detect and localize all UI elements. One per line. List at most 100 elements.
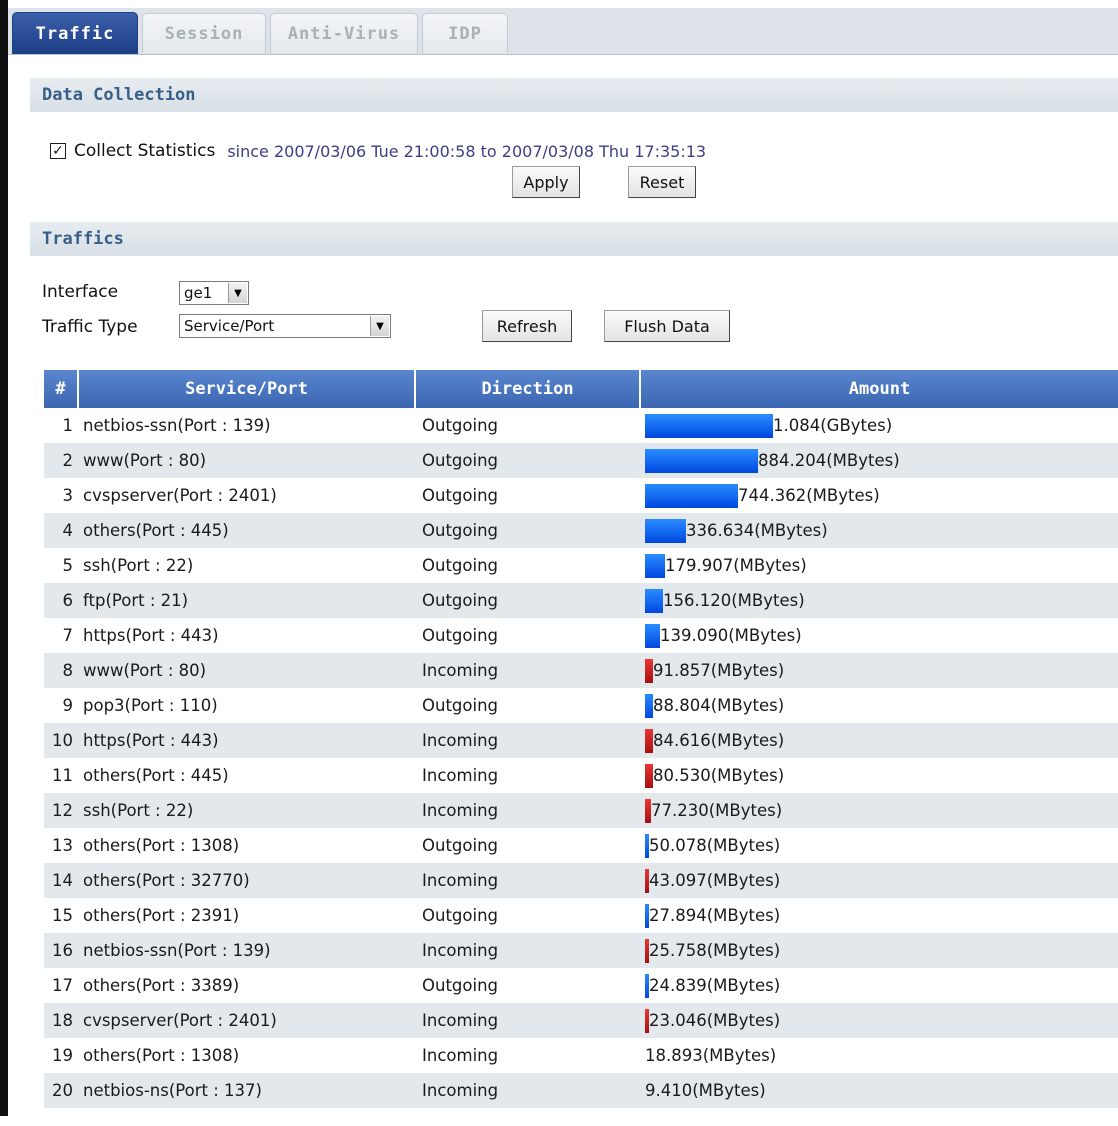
row-number: 15 <box>52 906 73 925</box>
row-number: 17 <box>52 976 73 995</box>
amount-bar <box>645 623 660 648</box>
service-port-cell: https(Port : 443) <box>83 731 219 750</box>
column-header-direction[interactable]: Direction <box>416 370 641 408</box>
service-port-cell: cvspserver(Port : 2401) <box>83 1011 277 1030</box>
row-number: 9 <box>62 696 74 715</box>
amount-value: 744.362(MBytes) <box>738 486 880 505</box>
direction-cell: Outgoing <box>422 626 498 645</box>
amount-cell: 139.090(MBytes) <box>641 623 1118 648</box>
table-row: 3 cvspserver(Port : 2401) Outgoing 744.362(… <box>44 478 1118 513</box>
column-header-number[interactable]: # <box>44 370 79 408</box>
amount-cell: 43.097(MBytes) <box>641 868 1118 893</box>
amount-cell: 88.804(MBytes) <box>641 693 1118 718</box>
amount-bar <box>645 658 653 683</box>
amount-value: 18.893(MBytes) <box>645 1046 777 1065</box>
amount-bar <box>645 413 773 438</box>
tab-session[interactable]: Session <box>142 13 266 53</box>
amount-value: 1.084(GBytes) <box>773 416 893 435</box>
interface-select[interactable]: ge1 ▼ <box>179 281 249 305</box>
service-port-cell: others(Port : 445) <box>83 521 229 540</box>
direction-cell: Incoming <box>422 1046 499 1065</box>
table-row: 4 others(Port : 445) Outgoing 336.634(MByte… <box>44 513 1118 548</box>
amount-cell: 156.120(MBytes) <box>641 588 1118 613</box>
amount-bar <box>645 553 665 578</box>
flush-data-button[interactable]: Flush Data <box>604 310 730 342</box>
table-row: 8 www(Port : 80) Incoming 91.857(MBytes) <box>44 653 1118 688</box>
direction-cell: Incoming <box>422 871 499 890</box>
row-number: 11 <box>52 766 73 785</box>
chevron-down-icon[interactable]: ▼ <box>228 283 247 303</box>
data-collection-header: Data Collection <box>30 78 1118 112</box>
table-row: 18 cvspserver(Port : 2401) Incoming 23.046(… <box>44 1003 1118 1038</box>
column-header-service-port[interactable]: Service/Port <box>79 370 416 408</box>
amount-value: 9.410(MBytes) <box>645 1081 766 1100</box>
table-row: 10 https(Port : 443) Incoming 84.616(MBytes… <box>44 723 1118 758</box>
row-number: 16 <box>52 941 73 960</box>
direction-cell: Incoming <box>422 1081 499 1100</box>
direction-cell: Outgoing <box>422 451 498 470</box>
table-row: 17 others(Port : 3389) Outgoing 24.839(MByt… <box>44 968 1118 1003</box>
collect-statistics-checkbox[interactable]: ✓ <box>50 143 66 159</box>
service-port-cell: www(Port : 80) <box>83 451 207 470</box>
direction-cell: Outgoing <box>422 696 498 715</box>
direction-cell: Outgoing <box>422 556 498 575</box>
apply-button[interactable]: Apply <box>512 166 580 198</box>
direction-cell: Outgoing <box>422 836 498 855</box>
refresh-button[interactable]: Refresh <box>482 310 572 342</box>
row-number: 19 <box>52 1046 73 1065</box>
amount-value: 884.204(MBytes) <box>758 451 900 470</box>
service-port-cell: netbios-ssn(Port : 139) <box>83 941 271 960</box>
collection-period-text: since 2007/03/06 Tue 21:00:58 to 2007/03… <box>227 141 707 161</box>
amount-value: 156.120(MBytes) <box>663 591 805 610</box>
amount-value: 77.230(MBytes) <box>651 801 783 820</box>
table-row: 11 others(Port : 445) Incoming 80.530(MByte… <box>44 758 1118 793</box>
amount-value: 43.097(MBytes) <box>649 871 781 890</box>
amount-cell: 24.839(MBytes) <box>641 973 1118 998</box>
service-port-cell: ssh(Port : 22) <box>83 556 194 575</box>
direction-cell: Incoming <box>422 1011 499 1030</box>
chevron-down-icon[interactable]: ▼ <box>370 316 389 336</box>
amount-bar <box>645 448 758 473</box>
table-row: 16 netbios-ssn(Port : 139) Incoming 25.758(… <box>44 933 1118 968</box>
table-row: 20 netbios-ns(Port : 137) Incoming 9.410(MB… <box>44 1073 1118 1108</box>
reset-button[interactable]: Reset <box>628 166 696 198</box>
row-number: 6 <box>62 591 74 610</box>
collect-statistics-row: ✓ Collect Statistics since 2007/03/06 Tu… <box>50 138 706 164</box>
amount-cell: 1.084(GBytes) <box>641 413 1118 438</box>
service-port-cell: others(Port : 32770) <box>83 871 250 890</box>
service-port-cell: cvspserver(Port : 2401) <box>83 486 277 505</box>
amount-cell: 27.894(MBytes) <box>641 903 1118 928</box>
tab-idp[interactable]: IDP <box>422 13 508 53</box>
amount-cell: 23.046(MBytes) <box>641 1008 1118 1033</box>
amount-value: 24.839(MBytes) <box>649 976 781 995</box>
row-number: 12 <box>52 801 73 820</box>
tab-traffic[interactable]: Traffic <box>12 12 138 54</box>
table-row: 9 pop3(Port : 110) Outgoing 88.804(MBytes) <box>44 688 1118 723</box>
direction-cell: Incoming <box>422 941 499 960</box>
amount-value: 88.804(MBytes) <box>653 696 785 715</box>
interface-label: Interface <box>42 282 119 302</box>
row-number: 2 <box>62 451 74 470</box>
direction-cell: Outgoing <box>422 416 498 435</box>
amount-cell: 80.530(MBytes) <box>641 763 1118 788</box>
table-row: 1 netbios-ssn(Port : 139) Outgoing 1.084(GB… <box>44 408 1118 443</box>
direction-cell: Incoming <box>422 801 499 820</box>
column-header-amount[interactable]: Amount <box>641 370 1118 408</box>
amount-value: 23.046(MBytes) <box>649 1011 781 1030</box>
amount-cell: 9.410(MBytes) <box>641 1081 1118 1100</box>
traffic-type-select[interactable]: Service/Port ▼ <box>179 314 391 338</box>
table-row: 5 ssh(Port : 22) Outgoing 179.907(MBytes) <box>44 548 1118 583</box>
table-row: 13 others(Port : 1308) Outgoing 50.078(MByt… <box>44 828 1118 863</box>
table-row: 14 others(Port : 32770) Incoming 43.097(MBy… <box>44 863 1118 898</box>
service-port-cell: https(Port : 443) <box>83 626 219 645</box>
service-port-cell: www(Port : 80) <box>83 661 207 680</box>
service-port-cell: netbios-ns(Port : 137) <box>83 1081 262 1100</box>
service-port-cell: netbios-ssn(Port : 139) <box>83 416 271 435</box>
amount-value: 139.090(MBytes) <box>660 626 802 645</box>
table-row: 7 https(Port : 443) Outgoing 139.090(MBytes… <box>44 618 1118 653</box>
amount-bar <box>645 518 686 543</box>
service-port-cell: others(Port : 1308) <box>83 1046 240 1065</box>
service-port-cell: pop3(Port : 110) <box>83 696 218 715</box>
tab-anti-virus[interactable]: Anti-Virus <box>270 13 418 53</box>
amount-value: 25.758(MBytes) <box>649 941 781 960</box>
